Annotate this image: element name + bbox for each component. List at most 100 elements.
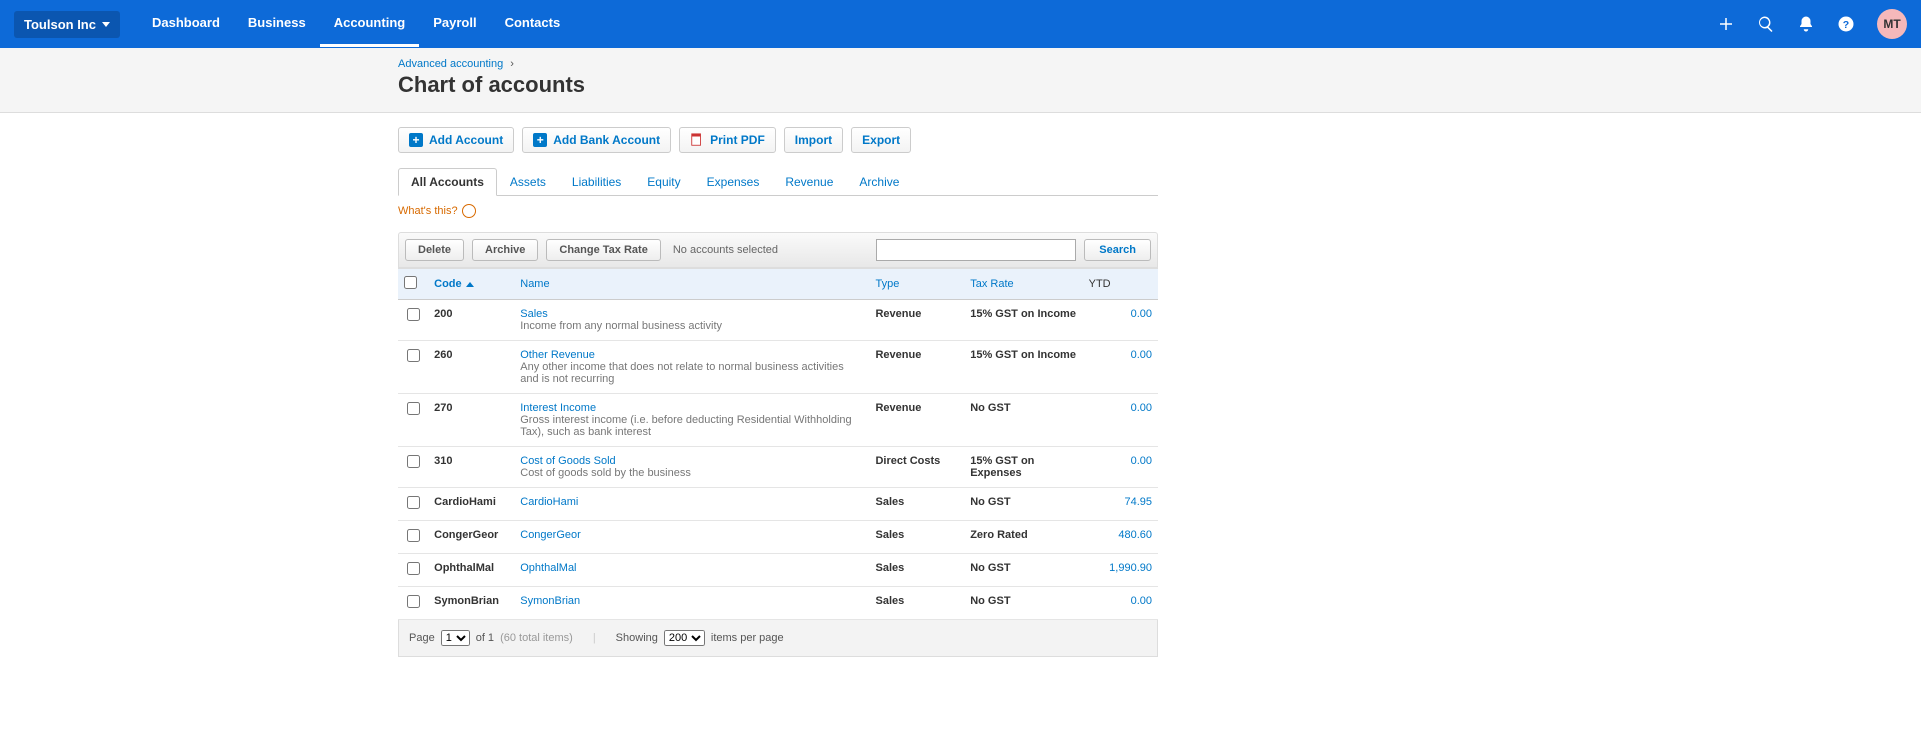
row-type: Direct Costs bbox=[869, 447, 964, 488]
ytd-link[interactable]: 480.60 bbox=[1118, 529, 1152, 541]
print-pdf-button[interactable]: Print PDF bbox=[679, 127, 776, 153]
select-all-checkbox[interactable] bbox=[404, 276, 417, 289]
ytd-link[interactable]: 74.95 bbox=[1124, 496, 1152, 508]
per-page-select[interactable]: 200 bbox=[664, 630, 705, 646]
row-checkbox[interactable] bbox=[407, 496, 420, 509]
ytd-link[interactable]: 0.00 bbox=[1131, 402, 1152, 414]
tab-equity[interactable]: Equity bbox=[634, 168, 693, 196]
avatar-initials: MT bbox=[1883, 17, 1900, 31]
org-switcher[interactable]: Toulson Inc bbox=[14, 11, 120, 38]
column-name[interactable]: Name bbox=[514, 269, 869, 300]
nav-link-contacts[interactable]: Contacts bbox=[491, 1, 575, 47]
export-label: Export bbox=[862, 133, 900, 147]
account-name-link[interactable]: CardioHami bbox=[520, 496, 578, 508]
breadcrumb: Advanced accounting › bbox=[398, 58, 1158, 70]
row-tax: No GST bbox=[964, 394, 1082, 447]
nav-link-business[interactable]: Business bbox=[234, 1, 320, 47]
ytd-link[interactable]: 1,990.90 bbox=[1109, 562, 1152, 574]
pager: Page 1 of 1 (60 total items) | Showing 2… bbox=[398, 620, 1158, 657]
delete-button[interactable]: Delete bbox=[405, 239, 464, 261]
nav-link-accounting[interactable]: Accounting bbox=[320, 1, 420, 47]
account-description: Any other income that does not relate to… bbox=[520, 361, 863, 385]
archive-button[interactable]: Archive bbox=[472, 239, 538, 261]
plus-icon[interactable] bbox=[1717, 15, 1735, 33]
row-type: Sales bbox=[869, 554, 964, 587]
account-name-link[interactable]: Cost of Goods Sold bbox=[520, 455, 615, 467]
page-select[interactable]: 1 bbox=[441, 630, 470, 646]
row-type: Revenue bbox=[869, 300, 964, 341]
row-tax: 15% GST on Income bbox=[964, 341, 1082, 394]
accounts-table: Code Name Type Tax Rate YTD 200SalesInco… bbox=[398, 268, 1158, 620]
ytd-link[interactable]: 0.00 bbox=[1131, 455, 1152, 467]
export-button[interactable]: Export bbox=[851, 127, 911, 153]
tab-expenses[interactable]: Expenses bbox=[694, 168, 773, 196]
nav-link-dashboard[interactable]: Dashboard bbox=[138, 1, 234, 47]
account-name-link[interactable]: Sales bbox=[520, 308, 548, 320]
table-header-row: Code Name Type Tax Rate YTD bbox=[398, 269, 1158, 300]
row-code: 200 bbox=[428, 300, 514, 341]
row-checkbox[interactable] bbox=[407, 402, 420, 415]
account-name-link[interactable]: CongerGeor bbox=[520, 529, 581, 541]
table-row: CardioHami CardioHami SalesNo GST 74.95 bbox=[398, 488, 1158, 521]
account-name-link[interactable]: SymonBrian bbox=[520, 595, 580, 607]
row-checkbox[interactable] bbox=[407, 455, 420, 468]
row-type: Sales bbox=[869, 488, 964, 521]
account-name-link[interactable]: Other Revenue bbox=[520, 349, 595, 361]
search-button[interactable]: Search bbox=[1084, 239, 1151, 261]
search-input[interactable] bbox=[876, 239, 1076, 261]
column-tax-rate[interactable]: Tax Rate bbox=[964, 269, 1082, 300]
plus-square-icon: + bbox=[533, 133, 547, 147]
row-tax: No GST bbox=[964, 488, 1082, 521]
row-type: Sales bbox=[869, 587, 964, 620]
row-type: Revenue bbox=[869, 341, 964, 394]
breadcrumb-parent[interactable]: Advanced accounting bbox=[398, 58, 503, 70]
account-name-link[interactable]: OphthalMal bbox=[520, 562, 576, 574]
whats-this-link[interactable]: What's this? bbox=[398, 204, 1158, 218]
table-row: 200SalesIncome from any normal business … bbox=[398, 300, 1158, 341]
row-checkbox[interactable] bbox=[407, 529, 420, 542]
caret-down-icon bbox=[102, 22, 110, 27]
add-account-label: Add Account bbox=[429, 133, 503, 147]
nav-link-payroll[interactable]: Payroll bbox=[419, 1, 490, 47]
nav-links: DashboardBusinessAccountingPayrollContac… bbox=[138, 1, 574, 47]
pdf-icon bbox=[690, 133, 704, 147]
avatar[interactable]: MT bbox=[1877, 9, 1907, 39]
row-checkbox[interactable] bbox=[407, 595, 420, 608]
ytd-link[interactable]: 0.00 bbox=[1131, 595, 1152, 607]
column-code[interactable]: Code bbox=[428, 269, 514, 300]
tab-archive[interactable]: Archive bbox=[846, 168, 912, 196]
row-checkbox[interactable] bbox=[407, 308, 420, 321]
tab-revenue[interactable]: Revenue bbox=[772, 168, 846, 196]
help-icon[interactable]: ? bbox=[1837, 15, 1855, 33]
change-tax-rate-button[interactable]: Change Tax Rate bbox=[546, 239, 660, 261]
row-tax: Zero Rated bbox=[964, 521, 1082, 554]
total-items: (60 total items) bbox=[500, 632, 573, 644]
tab-all-accounts[interactable]: All Accounts bbox=[398, 168, 497, 196]
tab-liabilities[interactable]: Liabilities bbox=[559, 168, 634, 196]
ytd-link[interactable]: 0.00 bbox=[1131, 308, 1152, 320]
add-account-button[interactable]: + Add Account bbox=[398, 127, 514, 153]
row-code: CardioHami bbox=[428, 488, 514, 521]
import-button[interactable]: Import bbox=[784, 127, 843, 153]
ytd-link[interactable]: 0.00 bbox=[1131, 349, 1152, 361]
column-type[interactable]: Type bbox=[869, 269, 964, 300]
search-icon[interactable] bbox=[1757, 15, 1775, 33]
bell-icon[interactable] bbox=[1797, 15, 1815, 33]
main-content: + Add Account + Add Bank Account Print P… bbox=[398, 113, 1158, 657]
row-tax: 15% GST on Income bbox=[964, 300, 1082, 341]
add-bank-account-button[interactable]: + Add Bank Account bbox=[522, 127, 671, 153]
account-name-link[interactable]: Interest Income bbox=[520, 402, 596, 414]
table-row: 310Cost of Goods SoldCost of goods sold … bbox=[398, 447, 1158, 488]
table-row: CongerGeorCongerGeorSalesZero Rated480.6… bbox=[398, 521, 1158, 554]
row-checkbox[interactable] bbox=[407, 349, 420, 362]
selection-message: No accounts selected bbox=[673, 244, 778, 256]
row-type: Sales bbox=[869, 521, 964, 554]
showing-label: Showing bbox=[616, 632, 658, 644]
tab-assets[interactable]: Assets bbox=[497, 168, 559, 196]
org-name: Toulson Inc bbox=[24, 17, 96, 32]
chevron-right-icon: › bbox=[510, 58, 514, 70]
row-code: 310 bbox=[428, 447, 514, 488]
whats-this-label: What's this? bbox=[398, 205, 458, 217]
row-tax: No GST bbox=[964, 554, 1082, 587]
row-checkbox[interactable] bbox=[407, 562, 420, 575]
